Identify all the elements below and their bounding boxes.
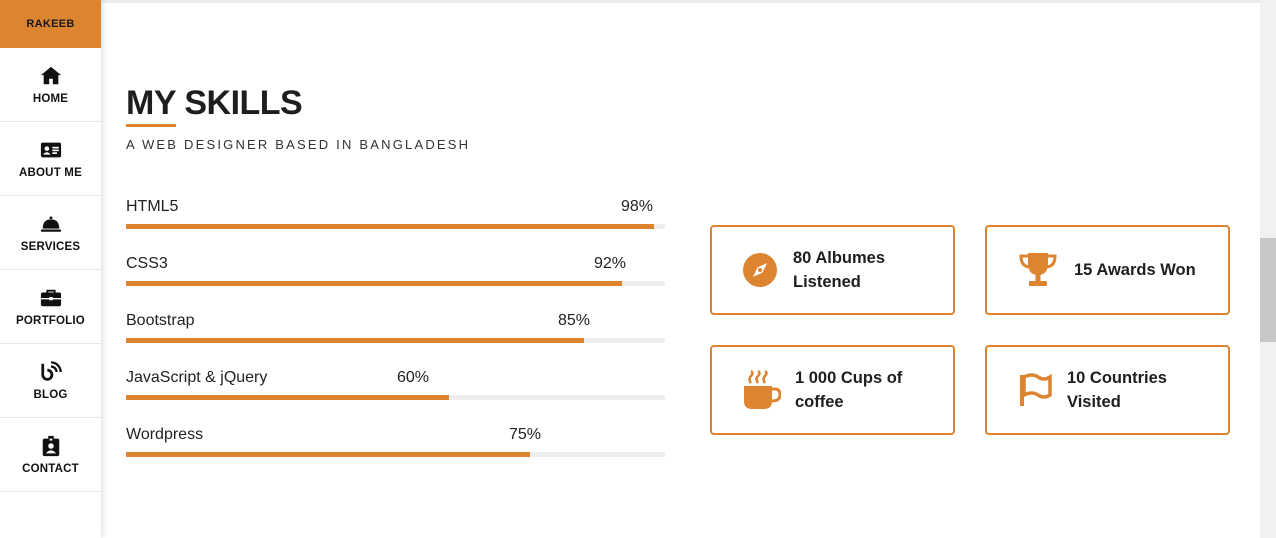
nav-label: SERVICES — [20, 240, 81, 253]
stat-line: 10 Countries — [1067, 369, 1167, 387]
skill-bar-track — [126, 395, 665, 400]
page-title: MY SKILLS — [126, 84, 303, 122]
contact-badge-icon — [42, 435, 59, 456]
nav-item-home[interactable]: HOME — [0, 48, 101, 122]
nav-label: ABOUT ME — [19, 166, 82, 179]
skill-name: Wordpress — [126, 426, 204, 443]
skill-percent: 60% — [397, 369, 430, 386]
skill-bar-track — [126, 452, 665, 457]
compass-icon — [743, 253, 777, 287]
skill-bar-track — [126, 338, 665, 343]
skill-bar-fill — [126, 395, 450, 400]
nav-item-portfolio[interactable]: PORTFOLIO — [0, 270, 101, 344]
nav-item-contact[interactable]: CONTACT — [0, 418, 101, 492]
skill-name: CSS3 — [126, 255, 168, 272]
service-bell-icon — [40, 216, 61, 232]
stat-line: Listened — [793, 273, 861, 291]
skill-wordpress: Wordpress 75% — [126, 426, 665, 466]
flag-icon — [1020, 373, 1052, 406]
skill-name: HTML5 — [126, 198, 179, 215]
skill-bar-track — [126, 281, 665, 286]
home-icon — [40, 66, 61, 84]
nav-label: PORTFOLIO — [16, 314, 85, 327]
stat-line: 15 Awards Won — [1074, 261, 1196, 279]
nav-item-services[interactable]: SERVICES — [0, 196, 101, 270]
id-card-icon — [40, 142, 61, 157]
skill-name: Bootstrap — [126, 312, 195, 329]
skill-html5: HTML5 98% — [126, 198, 665, 238]
skill-name: JavaScript & jQuery — [126, 369, 268, 386]
skill-percent: 92% — [594, 255, 627, 272]
stat-card-awards: 15 Awards Won — [985, 225, 1230, 315]
page-subtitle: A WEB DESIGNER BASED IN BANGLADESH — [126, 137, 471, 152]
nav-label: BLOG — [33, 388, 68, 401]
trophy-icon — [1019, 253, 1057, 286]
skill-bar-fill — [126, 452, 531, 457]
stat-text: 1 000 Cups of coffee — [795, 366, 902, 414]
stat-line: Visited — [1067, 393, 1121, 411]
skill-percent: 75% — [509, 426, 542, 443]
nav-item-blog[interactable]: BLOG — [0, 344, 101, 418]
nav-label: CONTACT — [22, 462, 79, 475]
stat-line: coffee — [795, 393, 844, 411]
stat-text: 10 Countries Visited — [1067, 366, 1167, 414]
page-scrollbar[interactable] — [1260, 0, 1276, 538]
skill-bar-track — [126, 224, 665, 229]
briefcase-icon — [40, 289, 61, 306]
sidebar: RAKEEB HOME ABOUT ME SERVICES PORTFOLIO … — [0, 0, 101, 538]
coffee-cup-icon — [744, 369, 781, 409]
nav-label: HOME — [32, 92, 69, 105]
scrollbar-thumb[interactable] — [1260, 238, 1276, 342]
stat-card-coffee: 1 000 Cups of coffee — [710, 345, 955, 435]
title-underline — [126, 124, 176, 127]
stat-text: 80 Albumes Listened — [793, 246, 885, 294]
stat-card-albums: 80 Albumes Listened — [710, 225, 955, 315]
skill-bootstrap: Bootstrap 85% — [126, 312, 665, 352]
stat-line: 80 Albumes — [793, 249, 886, 267]
brand-logo[interactable]: RAKEEB — [0, 0, 101, 48]
skill-bar-fill — [126, 224, 655, 229]
skill-css3: CSS3 92% — [126, 255, 665, 295]
blog-icon — [40, 360, 62, 381]
stat-card-countries: 10 Countries Visited — [985, 345, 1230, 435]
skill-percent: 98% — [621, 198, 654, 215]
nav-item-about-me[interactable]: ABOUT ME — [0, 122, 101, 196]
skill-javascript-jquery: JavaScript & jQuery 60% — [126, 369, 665, 409]
skill-bar-fill — [126, 338, 585, 343]
stat-line: 1 000 Cups of — [795, 369, 903, 387]
top-border — [101, 0, 1260, 3]
skill-bar-fill — [126, 281, 622, 286]
stat-text: 15 Awards Won — [1074, 258, 1196, 282]
skill-percent: 85% — [558, 312, 591, 329]
